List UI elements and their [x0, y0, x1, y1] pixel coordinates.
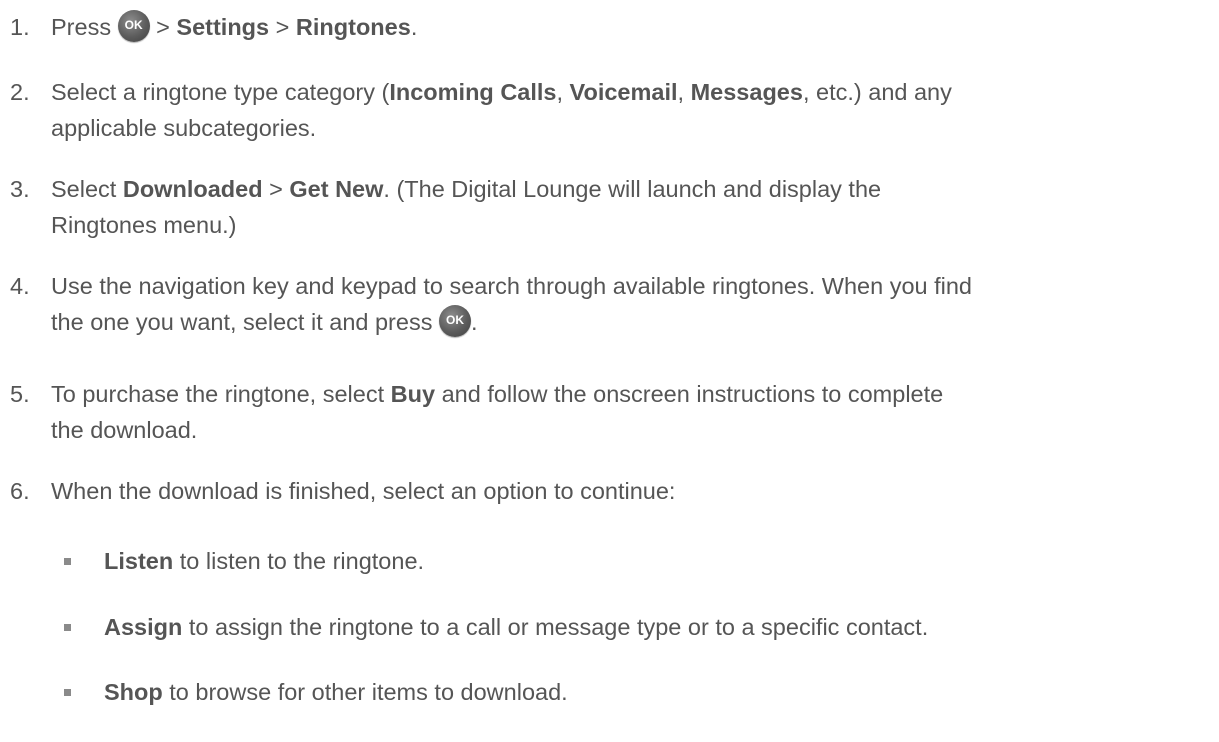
step-number: 2. — [10, 79, 30, 105]
option-downloaded: Downloaded — [122, 176, 263, 202]
option-text: Listen to listen to the ringtone. — [104, 548, 425, 574]
bullet-square-icon — [64, 689, 71, 696]
step-text: Press OK > Settings > Ringtones. — [51, 9, 1211, 45]
step-number: 4. — [10, 273, 30, 299]
step-number: 1. — [10, 14, 30, 40]
bullet-square-icon — [64, 624, 71, 631]
option-incoming-calls: Incoming Calls — [389, 79, 557, 105]
step-text: Select a ringtone type category (Incomin… — [51, 79, 952, 141]
step-text: When the download is finished, select an… — [51, 478, 676, 504]
option-label: Shop — [104, 679, 163, 705]
option-voicemail: Voicemail — [569, 79, 678, 105]
step-text: To purchase the ringtone, select Buy and… — [51, 381, 944, 443]
menu-settings: Settings — [176, 14, 270, 40]
option-text: Shop to browse for other items to downlo… — [104, 679, 568, 705]
option-messages: Messages — [690, 79, 803, 105]
ok-button-icon: OK — [117, 9, 150, 42]
option-label: Assign — [104, 614, 183, 640]
bullet-square-icon — [64, 558, 71, 565]
step-number: 6. — [10, 478, 30, 504]
ok-button-icon: OK — [438, 304, 471, 337]
option-buy: Buy — [390, 381, 436, 407]
menu-ringtones: Ringtones — [295, 14, 411, 40]
step-number: 5. — [10, 381, 30, 407]
option-label: Listen — [104, 548, 174, 574]
step-text: Select Downloaded > Get New. (The Digita… — [51, 176, 882, 238]
step-text: Use the navigation key and keypad to sea… — [51, 273, 972, 337]
step-number: 3. — [10, 176, 30, 202]
option-get-new: Get New — [289, 176, 384, 202]
option-text: Assign to assign the ringtone to a call … — [104, 614, 929, 640]
instruction-document: 1. Press OK > Settings > Ringtones. 2. S… — [0, 0, 1219, 742]
